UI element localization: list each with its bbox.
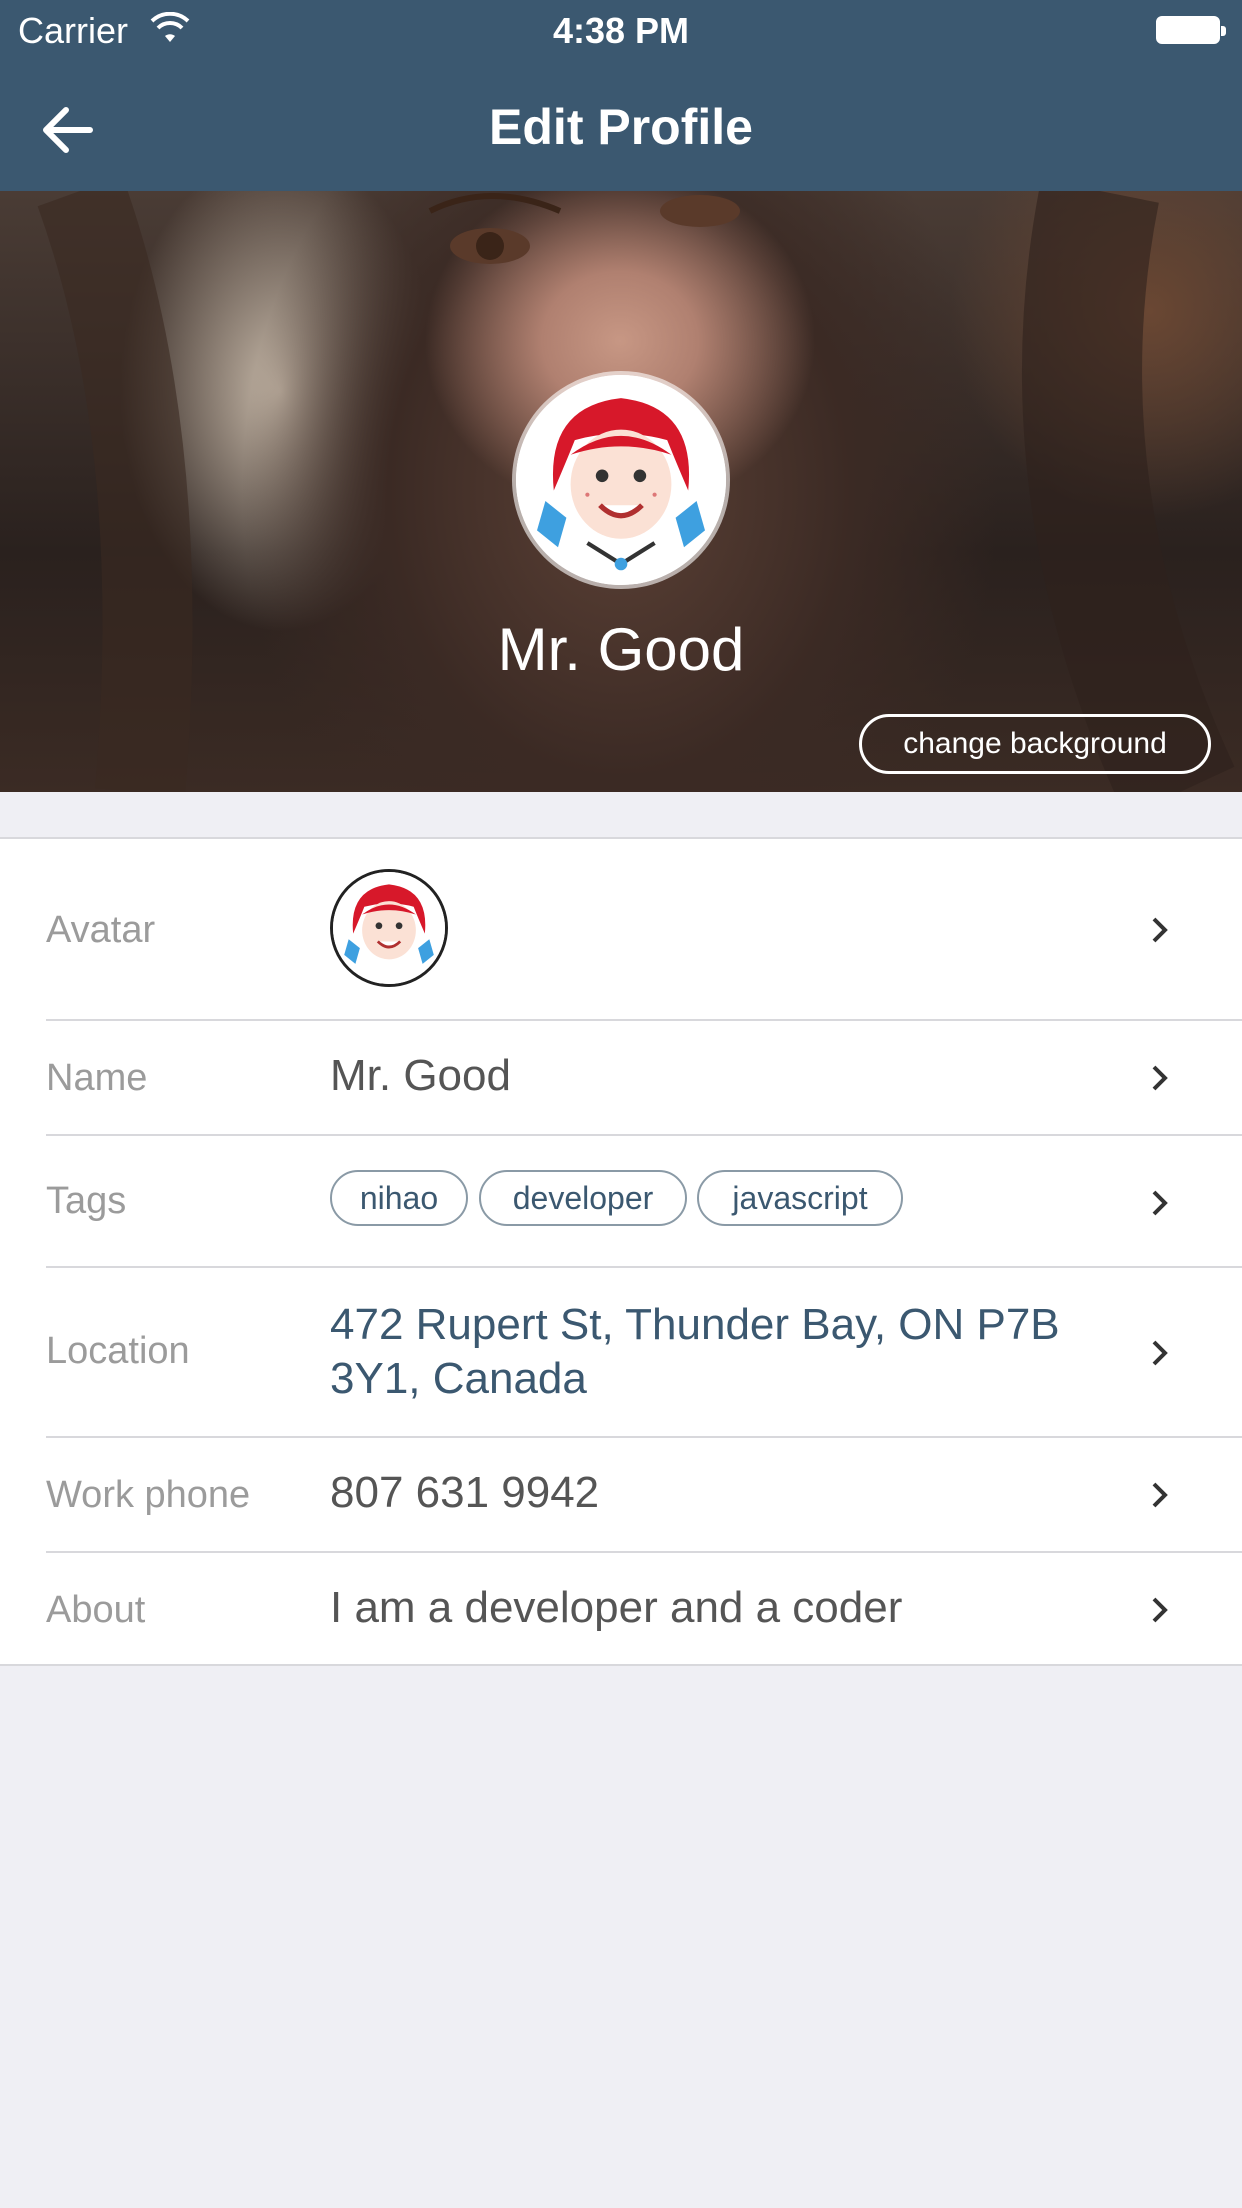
row-label: About — [46, 1589, 146, 1631]
work-phone-value: 807 631 9942 — [330, 1468, 600, 1517]
navigation-bar: Carrier 4:38 PM Edit Profile — [0, 0, 1242, 191]
avatar-illustration — [516, 375, 726, 585]
chevron-right-icon — [1152, 1482, 1168, 1508]
tag-chip[interactable]: developer — [479, 1170, 687, 1226]
avatar — [330, 869, 448, 987]
row-avatar[interactable]: Avatar — [0, 839, 1242, 1021]
battery-icon — [1156, 16, 1226, 44]
chevron-right-icon — [1152, 1190, 1168, 1216]
row-label: Location — [46, 1330, 190, 1372]
row-tags[interactable]: Tags nihao developer javascript — [0, 1136, 1242, 1268]
profile-header-background: Mr. Good change background — [0, 191, 1242, 792]
chevron-right-icon — [1152, 1065, 1168, 1091]
row-label: Avatar — [46, 909, 156, 951]
row-about[interactable]: About I am a developer and a coder — [0, 1553, 1242, 1665]
change-background-button[interactable]: change background — [859, 714, 1211, 774]
chevron-right-icon — [1152, 1340, 1168, 1366]
row-location[interactable]: Location 472 Rupert St, Thunder Bay, ON … — [0, 1268, 1242, 1438]
profile-avatar-large[interactable] — [516, 375, 726, 585]
chevron-right-icon — [1152, 1597, 1168, 1623]
profile-name: Mr. Good — [497, 616, 745, 683]
row-work-phone[interactable]: Work phone 807 631 9942 — [0, 1438, 1242, 1553]
tag-chip[interactable]: nihao — [330, 1170, 468, 1226]
row-label: Tags — [46, 1180, 127, 1222]
name-value: Mr. Good — [330, 1051, 511, 1100]
location-value: 472 Rupert St, Thunder Bay, ON P7B 3Y1, … — [330, 1300, 1060, 1403]
avatar-illustration — [333, 872, 445, 984]
page-title: Edit Profile — [489, 99, 753, 155]
row-label: Name — [46, 1057, 148, 1099]
status-bar: Carrier 4:38 PM — [0, 0, 1242, 62]
chevron-right-icon — [1152, 917, 1168, 943]
row-name[interactable]: Name Mr. Good — [0, 1021, 1242, 1136]
status-time: 4:38 PM — [552, 10, 690, 51]
tag-chip[interactable]: javascript — [697, 1170, 903, 1226]
row-label: Work phone — [46, 1474, 251, 1516]
about-value: I am a developer and a coder — [330, 1583, 903, 1632]
profile-fields-list: Avatar Name Mr. Good Tags nihao develope… — [0, 837, 1242, 1666]
